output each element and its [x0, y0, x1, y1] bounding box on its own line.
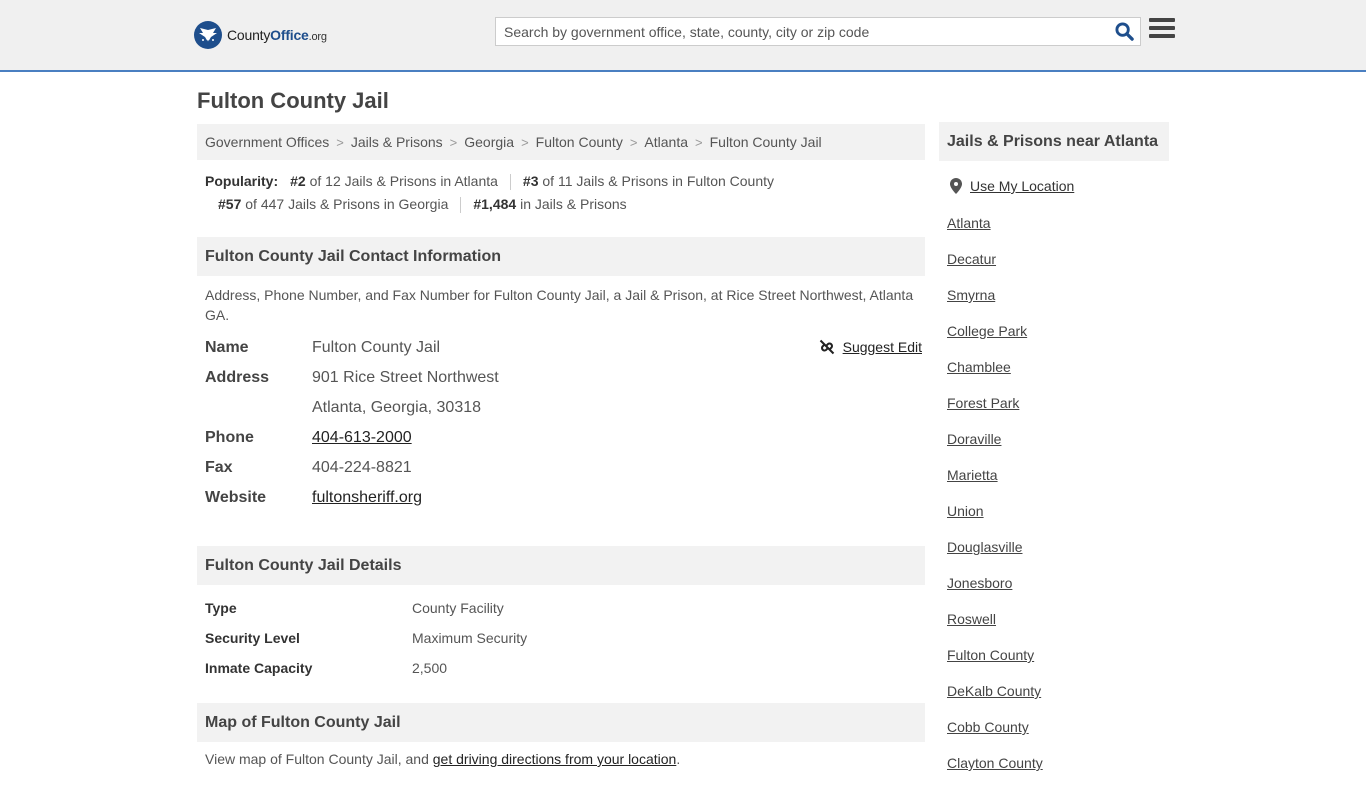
- search-button[interactable]: [1108, 18, 1140, 45]
- nearby-link[interactable]: Forest Park: [947, 394, 1043, 430]
- breadcrumb-current: Fulton County Jail: [709, 134, 822, 150]
- breadcrumb-georgia[interactable]: Georgia: [464, 134, 514, 150]
- contact-row-name: Name Fulton County Jail: [205, 339, 441, 356]
- sidebar-heading: Jails & Prisons near Atlanta: [939, 122, 1169, 161]
- nearby-link[interactable]: Decatur: [947, 250, 1043, 286]
- popularity-item: #3 of 11 Jails & Prisons in Fulton Count…: [522, 173, 775, 189]
- chevron-right-icon: >: [695, 134, 703, 150]
- nearby-link[interactable]: Atlanta: [947, 214, 1043, 250]
- search-bar: [495, 17, 1141, 46]
- nearby-link[interactable]: Doraville: [947, 430, 1043, 466]
- nearby-link[interactable]: Fulton County: [947, 646, 1043, 682]
- chevron-right-icon: >: [629, 134, 638, 150]
- popularity-item: #2 of 12 Jails & Prisons in Atlanta: [290, 173, 498, 189]
- contact-info: Suggest Edit Name Fulton County Jail Add…: [205, 333, 925, 513]
- details-row: Type County Facility: [205, 600, 504, 616]
- address-line1: 901 Rice Street Northwest: [312, 369, 499, 386]
- breadcrumb-jails-prisons[interactable]: Jails & Prisons: [351, 134, 443, 150]
- map-description: View map of Fulton County Jail, and get …: [205, 751, 681, 767]
- site-logo[interactable]: CountyOffice.org: [194, 20, 327, 50]
- suggest-edit-icon: [819, 339, 834, 355]
- nearby-link[interactable]: Union: [947, 502, 1043, 538]
- chevron-right-icon: >: [449, 134, 458, 150]
- details-row: Security Level Maximum Security: [205, 630, 528, 646]
- search-icon: [1114, 22, 1134, 41]
- nearby-link[interactable]: Cobb County: [947, 718, 1043, 754]
- popularity-ranking: Popularity: #2 of 12 Jails & Prisons in …: [205, 170, 925, 216]
- page-title: Fulton County Jail: [197, 88, 389, 113]
- address-line2: Atlanta, Georgia, 30318: [312, 399, 482, 416]
- chevron-right-icon: >: [336, 134, 344, 150]
- logo-text: CountyOffice.org: [227, 27, 327, 43]
- nearby-link[interactable]: Chamblee: [947, 358, 1043, 394]
- popularity-item: #57 of 447 Jails & Prisons in Georgia: [218, 196, 449, 212]
- suggest-edit-link[interactable]: Suggest Edit: [819, 339, 922, 355]
- nearby-link[interactable]: DeKalb County: [947, 682, 1043, 718]
- popularity-label: Popularity:: [205, 173, 279, 189]
- details-section-heading: Fulton County Jail Details: [197, 546, 925, 585]
- breadcrumb-fulton-county[interactable]: Fulton County: [536, 134, 623, 150]
- map-section-heading: Map of Fulton County Jail: [197, 703, 925, 742]
- hamburger-menu-icon[interactable]: [1149, 18, 1175, 42]
- driving-directions-link[interactable]: get driving directions from your locatio…: [433, 751, 677, 767]
- nearby-link[interactable]: Jonesboro: [947, 574, 1043, 610]
- contact-row-address: Address 901 Rice Street Northwest: [205, 369, 499, 386]
- chevron-right-icon: >: [521, 134, 529, 150]
- contact-description: Address, Phone Number, and Fax Number fo…: [205, 287, 914, 323]
- nearby-link[interactable]: Roswell: [947, 610, 1043, 646]
- nearby-list: Atlanta Decatur Smyrna College Park Cham…: [947, 214, 1043, 790]
- popularity-item: #1,484 in Jails & Prisons: [473, 196, 627, 212]
- facility-name: Fulton County Jail: [312, 339, 441, 356]
- contact-row-website: Website fultonsheriff.org: [205, 489, 422, 506]
- nearby-link[interactable]: Smyrna: [947, 286, 1043, 322]
- nearby-link[interactable]: College Park: [947, 322, 1043, 358]
- use-location: Use My Location: [950, 178, 1074, 194]
- location-pin-icon: [950, 178, 962, 194]
- contact-row-phone: Phone 404-613-2000: [205, 429, 412, 446]
- nearby-link[interactable]: Clayton County: [947, 754, 1043, 790]
- site-header: CountyOffice.org: [0, 0, 1366, 72]
- search-input[interactable]: [496, 18, 1108, 45]
- details-table: Type County Facility Security Level Maxi…: [205, 593, 925, 683]
- divider: [509, 173, 511, 190]
- divider: [460, 196, 462, 213]
- nearby-link[interactable]: Douglasville: [947, 538, 1043, 574]
- website-link[interactable]: fultonsheriff.org: [312, 489, 422, 506]
- breadcrumb-atlanta[interactable]: Atlanta: [644, 134, 688, 150]
- contact-row-fax: Fax 404-224-8821: [205, 459, 412, 476]
- fax-number: 404-224-8821: [312, 459, 412, 476]
- details-row: Inmate Capacity 2,500: [205, 660, 448, 676]
- use-my-location-link[interactable]: Use My Location: [970, 178, 1074, 194]
- phone-link[interactable]: 404-613-2000: [312, 429, 412, 446]
- eagle-logo-icon: [194, 21, 222, 49]
- contact-row-address-2: Atlanta, Georgia, 30318: [205, 393, 925, 423]
- breadcrumb-government-offices[interactable]: Government Offices: [205, 134, 329, 150]
- breadcrumb: Government Offices > Jails & Prisons > G…: [197, 124, 925, 160]
- contact-section-heading: Fulton County Jail Contact Information: [197, 237, 925, 276]
- nearby-link[interactable]: Marietta: [947, 466, 1043, 502]
